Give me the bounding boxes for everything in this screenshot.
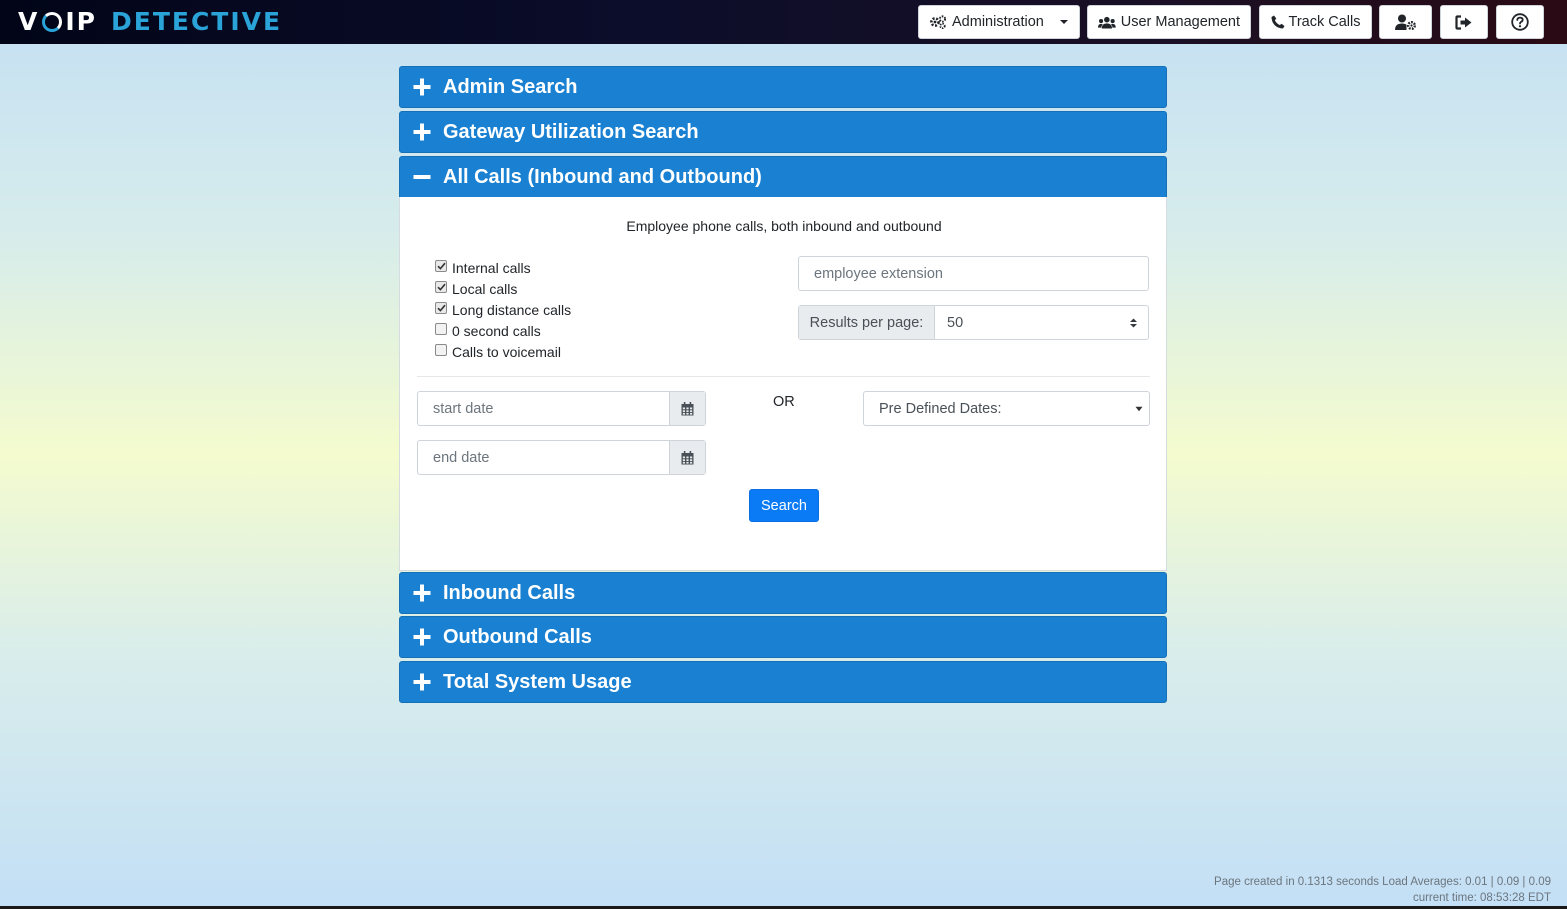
logo-text-ip: IP	[65, 6, 97, 36]
checkbox-checked[interactable]	[435, 259, 447, 272]
checkbox-label: Internal calls	[452, 259, 531, 276]
results-per-page-label: Results per page:	[799, 306, 935, 339]
logo-voip: V IP	[18, 7, 97, 36]
plus-icon	[400, 78, 443, 96]
checkbox-label: Long distance calls	[452, 301, 572, 318]
results-per-page-select[interactable]: 50	[935, 306, 1148, 339]
panel-title: Inbound Calls	[443, 581, 576, 604]
or-label: OR	[773, 394, 795, 410]
logo-text-detective: DETECTIVE	[110, 6, 283, 36]
help-circle-icon	[1511, 13, 1529, 31]
checkbox-label: Local calls	[452, 280, 518, 297]
checkbox-zero-second-calls[interactable]: 0 second calls	[435, 320, 571, 341]
results-per-page-group: Results per page: 50	[798, 305, 1149, 340]
administration-dropdown-button[interactable]: Administration	[918, 5, 1080, 39]
checkbox-long-distance-calls[interactable]: Long distance calls	[435, 299, 571, 320]
app-logo[interactable]: V IP DETECTIVE	[18, 4, 282, 38]
panel-title: All Calls (Inbound and Outbound)	[443, 165, 762, 188]
start-date-input[interactable]: start date	[418, 392, 669, 425]
results-per-page-value: 50	[947, 314, 964, 331]
panel-title: Total System Usage	[443, 670, 632, 693]
current-time: current time: 08:53:28 EDT	[1412, 892, 1551, 904]
checkbox-checked[interactable]	[435, 280, 447, 293]
top-navbar: V IP DETECTIVE Administration User Manag…	[0, 0, 1567, 44]
plus-icon	[400, 123, 443, 141]
minus-icon	[400, 168, 443, 186]
phone-icon	[1271, 15, 1284, 29]
track-calls-button[interactable]: Track Calls	[1259, 5, 1372, 39]
help-button[interactable]	[1496, 5, 1544, 39]
panel-header-admin-search[interactable]: Admin Search	[399, 66, 1167, 108]
panel-header-gateway-utilization-search[interactable]: Gateway Utilization Search	[399, 111, 1167, 153]
administration-label: Administration	[952, 14, 1044, 30]
page-footer: Page created in 0.1313 seconds Load Aver…	[1214, 874, 1551, 906]
sign-out-icon	[1455, 14, 1472, 30]
panel-header-outbound-calls[interactable]: Outbound Calls	[399, 616, 1167, 658]
all-calls-panel-body: Employee phone calls, both inbound and o…	[399, 197, 1167, 571]
calendar-icon[interactable]	[669, 441, 705, 474]
user-cog-icon	[1394, 14, 1416, 30]
panel-title: Outbound Calls	[443, 625, 592, 648]
page-stats: Page created in 0.1313 seconds Load Aver…	[1214, 876, 1551, 888]
end-date-input[interactable]: end date	[418, 441, 669, 474]
user-management-button[interactable]: User Management	[1087, 5, 1251, 39]
panel-header-inbound-calls[interactable]: Inbound Calls	[399, 572, 1167, 614]
checkbox-checked[interactable]	[435, 301, 447, 314]
checkbox-unchecked[interactable]	[435, 322, 447, 335]
start-date-group: start date	[417, 391, 706, 426]
checkbox-unchecked[interactable]	[435, 343, 447, 356]
logo-o-icon	[42, 12, 63, 32]
user-settings-button[interactable]	[1379, 5, 1432, 39]
users-icon	[1098, 16, 1116, 29]
panel-header-all-calls[interactable]: All Calls (Inbound and Outbound)	[399, 156, 1167, 198]
checkbox-calls-to-voicemail[interactable]: Calls to voicemail	[435, 341, 571, 362]
caret-down-icon	[1135, 406, 1143, 411]
plus-icon	[400, 628, 443, 646]
panel-title: Admin Search	[443, 75, 578, 98]
logout-button[interactable]	[1440, 5, 1488, 39]
select-arrows-icon	[1130, 318, 1137, 327]
logo-text-v: V	[18, 6, 40, 36]
predefined-dates-value: Pre Defined Dates:	[879, 400, 1002, 417]
user-management-label: User Management	[1120, 14, 1240, 30]
call-type-checkboxes: Internal calls Local calls Long distance…	[435, 257, 571, 362]
calendar-icon[interactable]	[669, 392, 705, 425]
panel-header-total-system-usage[interactable]: Total System Usage	[399, 661, 1167, 703]
plus-icon	[400, 584, 443, 602]
panel-title: Gateway Utilization Search	[443, 120, 699, 143]
checkbox-internal-calls[interactable]: Internal calls	[435, 257, 571, 278]
plus-icon	[400, 673, 443, 691]
track-calls-label: Track Calls	[1288, 14, 1361, 30]
cogs-icon	[930, 15, 947, 29]
panel-description: Employee phone calls, both inbound and o…	[626, 218, 942, 234]
employee-extension-input[interactable]	[798, 256, 1149, 291]
checkbox-label: 0 second calls	[452, 322, 541, 339]
chevron-down-icon[interactable]	[1053, 6, 1079, 38]
predefined-dates-select[interactable]: Pre Defined Dates:	[863, 391, 1150, 426]
checkbox-local-calls[interactable]: Local calls	[435, 278, 571, 299]
section-divider	[417, 376, 1150, 377]
end-date-group: end date	[417, 440, 706, 475]
checkbox-label: Calls to voicemail	[452, 343, 561, 360]
search-button[interactable]: Search	[749, 489, 819, 522]
